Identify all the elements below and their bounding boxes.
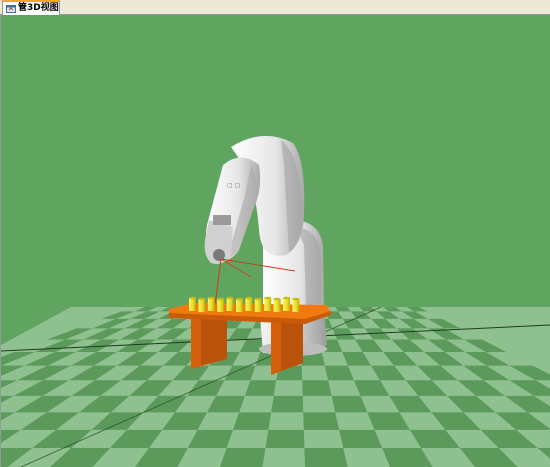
- floor-tile: [233, 412, 272, 430]
- cup: [292, 297, 300, 312]
- floor-tile: [339, 429, 383, 449]
- tab-3d-view[interactable]: 管3D视图: [2, 0, 60, 15]
- cup: [198, 297, 206, 312]
- floor-tile: [271, 395, 304, 413]
- cup: [273, 297, 281, 312]
- svg-text:▢ ▢: ▢ ▢: [227, 182, 240, 189]
- cup: [217, 297, 225, 312]
- floor-tile: [265, 429, 305, 449]
- cup: [236, 297, 243, 312]
- tab-bar: 管3D视图: [0, 0, 550, 15]
- 3d-view-icon: [6, 4, 16, 13]
- floor-tile: [244, 380, 277, 396]
- floor-tile: [302, 380, 332, 396]
- floor-tile: [220, 448, 266, 467]
- floor-tile: [304, 448, 348, 467]
- floor-tile: [303, 412, 340, 430]
- cup: [283, 296, 290, 311]
- tab-label: 管3D视图: [18, 3, 59, 13]
- cup: [207, 296, 215, 311]
- cup: [226, 296, 234, 311]
- cup: [264, 296, 272, 311]
- cup: [254, 297, 262, 312]
- cup: [189, 296, 196, 311]
- 3d-viewport[interactable]: ▢ ▢: [0, 15, 550, 467]
- scene-canvas[interactable]: ▢ ▢: [1, 15, 550, 467]
- cup: [245, 296, 253, 311]
